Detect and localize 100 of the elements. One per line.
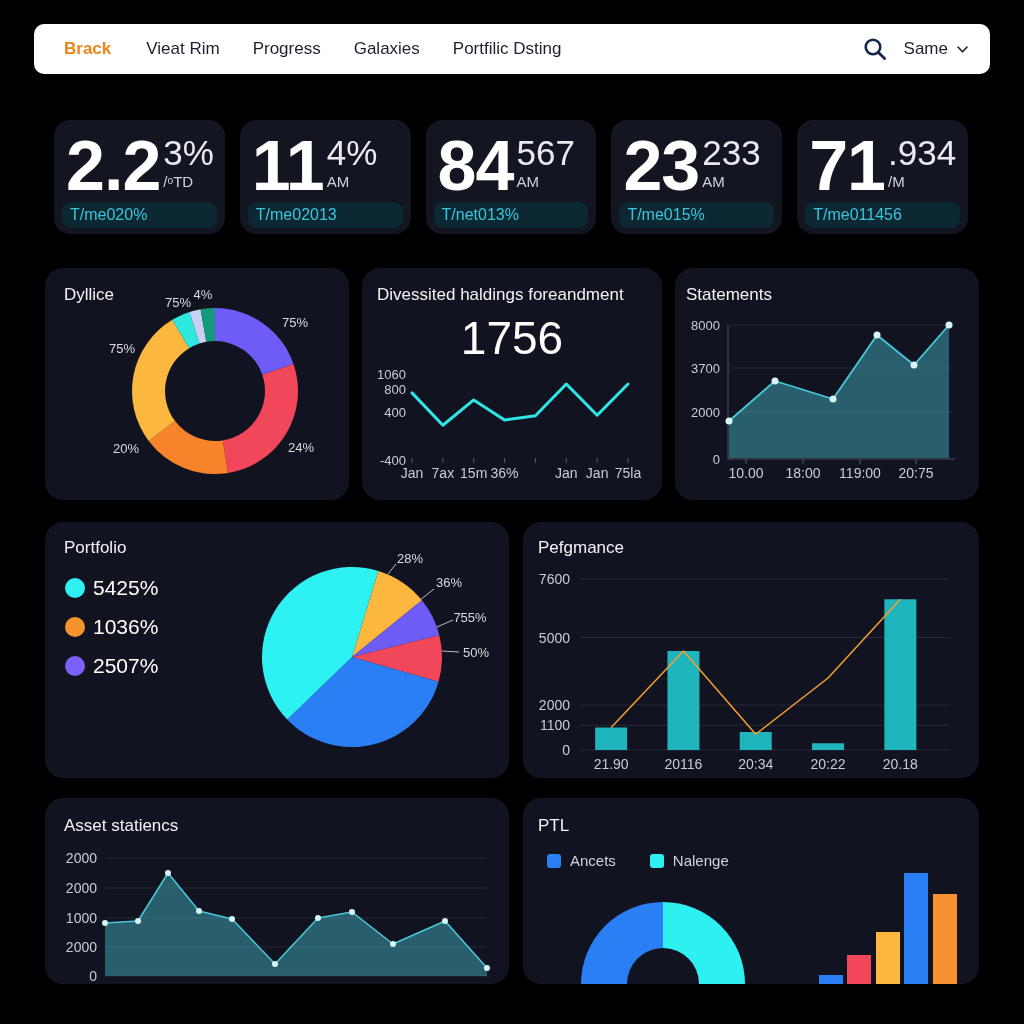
data-point [945, 321, 953, 329]
user-menu[interactable]: Same [903, 36, 968, 62]
data-point [829, 395, 837, 403]
stat-fraction: 3% [163, 135, 214, 170]
axis-label: 7ax [431, 465, 455, 481]
stat-unit: AM [702, 174, 725, 189]
slice-label: 75% [109, 340, 135, 356]
data-point [165, 870, 171, 876]
stat-unit: AM [326, 174, 350, 189]
axis-label: 20.18 [882, 756, 918, 772]
axis-label: 2000 [691, 404, 720, 420]
stat-unit: /M [888, 174, 905, 189]
data-point [771, 377, 779, 385]
axis-label: 1000 [65, 910, 97, 926]
stat-value: 84 [437, 131, 514, 201]
data-point [725, 417, 733, 425]
legend-label: 1036% [93, 614, 159, 640]
axis-label: 3700 [691, 360, 720, 376]
slice-label: 75% [165, 294, 191, 310]
card-title: Portfolio [64, 537, 127, 559]
axis-label: 20:34 [738, 756, 774, 772]
card-title: Divessited haldings foreandment [377, 284, 624, 306]
slice-label: 28% [397, 550, 423, 566]
legend-label: 2507% [93, 653, 159, 679]
data-point [349, 909, 355, 915]
axis-label: 400 [384, 405, 406, 421]
axis-label: 119:00 [839, 465, 881, 481]
axis-label: 20:22 [810, 756, 846, 772]
axis-label: 0 [562, 742, 570, 758]
leader-line [441, 650, 460, 653]
stat-fraction: 567 [516, 135, 575, 170]
stat-fraction: 4% [326, 135, 378, 170]
axis-label: Jan [585, 465, 609, 481]
axis-label: 5000 [538, 629, 570, 646]
axis-label: 10.00 [728, 465, 764, 481]
stat-tag: T/me015% [619, 202, 775, 228]
stat-fraction: .934 [888, 135, 957, 170]
slice-label: 20% [113, 440, 139, 456]
slice-label: 4% [193, 286, 213, 302]
nav-link[interactable]: Vieat Rim [146, 36, 220, 62]
stat-value: 11 [251, 131, 324, 201]
slice-label: 50% [463, 644, 489, 660]
axis-label: -400 [379, 452, 406, 468]
data-point [873, 331, 881, 339]
nav-link[interactable]: Galaxies [353, 36, 420, 62]
stat-value: 71 [809, 131, 886, 201]
data-point [390, 941, 396, 947]
data-point [135, 918, 141, 924]
data-point [442, 918, 448, 924]
data-point [102, 920, 108, 926]
axis-label: 15m [460, 465, 488, 481]
axis-label: 2000 [65, 880, 97, 896]
axis-label: 0 [89, 968, 97, 984]
slice-label: 24% [288, 439, 314, 455]
caret-icon [957, 45, 968, 53]
axis-label: 75la [614, 465, 642, 481]
stat-value: 23 [623, 131, 700, 201]
data-point [196, 908, 202, 914]
legend-label: Ancets [570, 851, 616, 871]
axis-label: 18:00 [785, 465, 821, 481]
bar [876, 932, 900, 984]
axis-label: 36% [490, 465, 519, 481]
stat-tag: T/me02013 [247, 202, 403, 228]
axis-label: 0 [712, 451, 720, 467]
leader-line [387, 563, 397, 575]
data-point [229, 916, 235, 922]
leader-line [419, 588, 435, 601]
card-title: Statements [686, 284, 772, 306]
axis-label: 20:75 [898, 465, 934, 481]
bar [847, 955, 871, 984]
axis-label: Jan [400, 465, 424, 481]
nav-link[interactable]: Portfilic Dsting [452, 36, 562, 62]
leader-line [436, 619, 454, 628]
stat-value: 2.2 [66, 131, 161, 201]
data-point [484, 965, 490, 971]
bar [819, 975, 843, 984]
stat-tag: T/net013% [433, 202, 589, 228]
stat-unit: AM [516, 174, 539, 189]
axis-label: 1060 [377, 366, 406, 382]
axis-label: 2000 [538, 697, 570, 713]
axis-label: 20116 [664, 756, 703, 772]
data-point [272, 961, 278, 967]
axis-label: 800 [384, 381, 406, 397]
stat-tag: T/me011456 [805, 202, 960, 228]
nav-link[interactable]: Progress [252, 36, 321, 62]
data-point [315, 915, 321, 921]
card-title: Asset statiencs [64, 815, 179, 837]
legend-label: Nalenge [672, 851, 729, 871]
slice-label: 755% [453, 609, 487, 625]
stat-fraction: 233 [702, 135, 761, 170]
total-value: 1756 [460, 313, 564, 363]
stat-tag: T/me020% [62, 202, 217, 228]
axis-label: 2000 [65, 939, 97, 955]
card-title: Pefgmance [538, 537, 624, 559]
axis-label: 21.90 [593, 756, 629, 772]
search-icon[interactable] [863, 38, 886, 60]
axis-label: 1100 [539, 717, 570, 734]
card-title: PTL [538, 815, 570, 837]
slice-label: 36% [436, 574, 462, 590]
axis-label: 8000 [691, 317, 720, 333]
